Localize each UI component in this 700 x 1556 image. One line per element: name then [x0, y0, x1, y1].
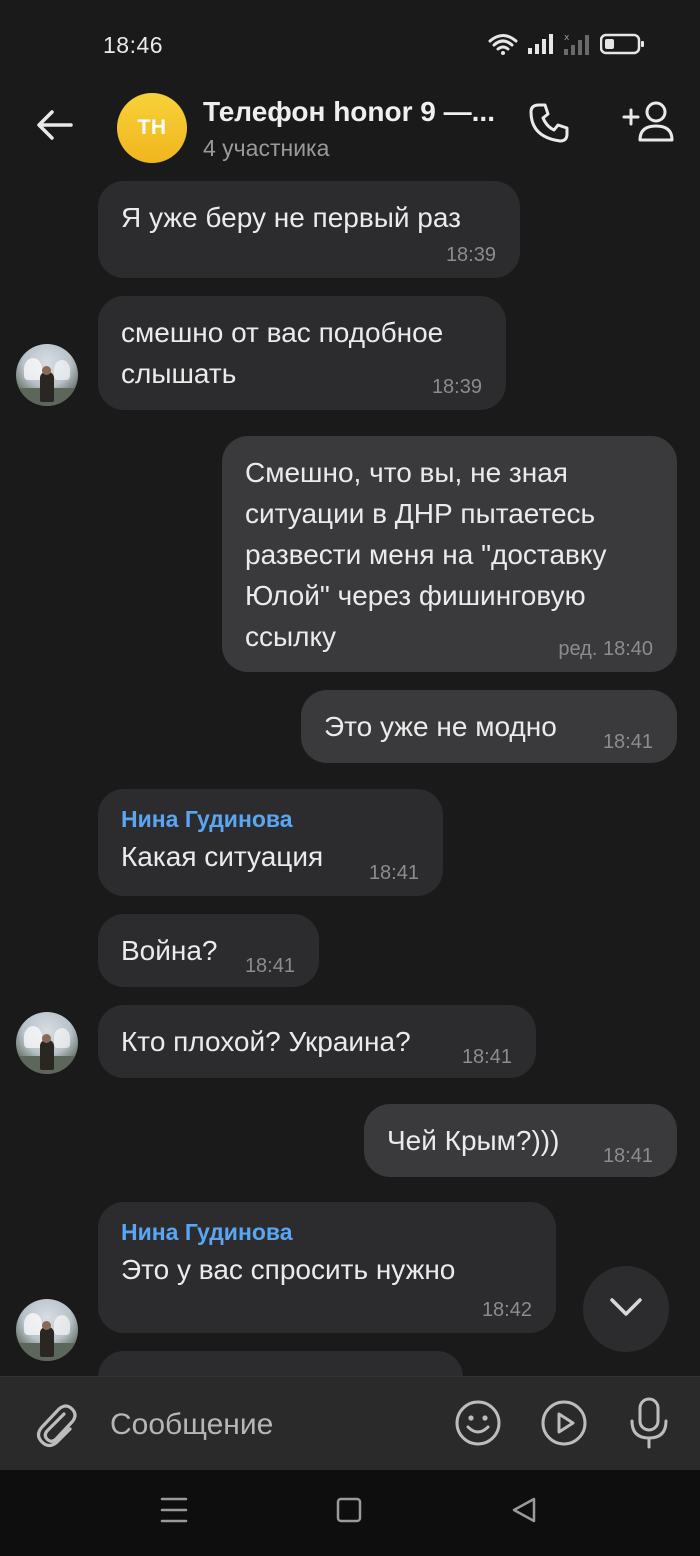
message-text: Смешно, что вы, не зная ситуации в ДНР п… [245, 457, 607, 652]
message-bubble[interactable]: Это уже не модно 18:41 [301, 690, 677, 763]
participants-count: 4 участника [203, 135, 330, 161]
battery-icon [599, 33, 644, 60]
message-time: 18:41 [368, 862, 419, 884]
message-composer [0, 1376, 700, 1470]
message-time: 18:41 [602, 1145, 653, 1167]
nav-home-icon [335, 1496, 363, 1529]
status-icons: x [488, 33, 644, 60]
message-text: Я уже беру не первый раз [121, 202, 461, 233]
call-button[interactable] [524, 100, 574, 150]
message-bubble[interactable]: Кто плохой? Украина? 18:41 [98, 1005, 536, 1078]
microphone-icon [627, 1396, 671, 1455]
message-time: 18:41 [602, 731, 653, 753]
chat-avatar[interactable]: ТН [117, 93, 187, 163]
add-user-icon [622, 99, 678, 148]
message-time: 18:41 [461, 1046, 512, 1068]
message-bubble[interactable]: Смешно, что вы, не зная ситуации в ДНР п… [222, 436, 677, 672]
add-participant-button[interactable] [620, 98, 680, 148]
message-bubble[interactable]: смешно от вас подобное слышать 18:39 [98, 296, 506, 410]
message-bubble[interactable]: Нина Гудинова Какая ситуация 18:41 [98, 789, 443, 896]
phone-icon [527, 101, 571, 150]
message-input[interactable] [110, 1401, 430, 1449]
attach-button[interactable] [32, 1399, 80, 1455]
system-nav-bar [0, 1470, 700, 1556]
message-time: 18:39 [431, 376, 482, 398]
user-avatar[interactable] [16, 344, 78, 406]
nav-menu-button[interactable] [156, 1492, 192, 1532]
message-text: Кто плохой? Украина? [121, 1026, 411, 1057]
back-button[interactable] [30, 102, 80, 152]
voice-message-button[interactable] [626, 1397, 672, 1453]
nav-menu-icon [159, 1496, 189, 1529]
message-bubble[interactable]: Чей Крым?))) 18:41 [364, 1104, 677, 1177]
signal-icon [528, 34, 554, 59]
message-time: ред. 18:40 [558, 638, 653, 660]
wifi-icon [488, 33, 518, 60]
message-time: 18:42 [481, 1299, 532, 1321]
nav-home-button[interactable] [330, 1492, 368, 1532]
sender-name[interactable]: Нина Гудинова [121, 1218, 533, 1246]
nav-back-button[interactable] [506, 1492, 542, 1532]
message-text: смешно от вас подобное слышать [121, 317, 444, 389]
chevron-down-icon [609, 1297, 643, 1322]
sender-name[interactable]: Нина Гудинова [121, 805, 420, 833]
video-message-button[interactable] [540, 1399, 588, 1452]
message-list[interactable]: Я уже беру не первый раз 18:39 смешно от… [0, 180, 700, 1376]
svg-text:x: x [564, 33, 570, 43]
chat-header: ТН Телефон honor 9 —... 4 участника [0, 90, 700, 180]
user-avatar[interactable] [16, 1299, 78, 1361]
user-avatar[interactable] [16, 1012, 78, 1074]
status-time: 18:46 [103, 32, 164, 58]
scroll-to-bottom-button[interactable] [583, 1266, 669, 1352]
message-text: Это у вас спросить нужно [121, 1254, 456, 1285]
message-time: 18:41 [244, 955, 295, 977]
message-bubble[interactable]: Я уже беру не первый раз 18:39 [98, 181, 520, 278]
emoji-icon [454, 1399, 502, 1452]
message-bubble-partial[interactable] [98, 1351, 463, 1376]
signal-icon: x [564, 33, 590, 60]
chat-title[interactable]: Телефон honor 9 —... [203, 96, 503, 128]
nav-back-icon [510, 1496, 538, 1529]
message-time: 18:39 [445, 244, 496, 266]
paperclip-icon [34, 1400, 78, 1455]
status-bar: 18:46 x [0, 0, 700, 90]
back-arrow-icon [35, 109, 75, 146]
video-message-icon [540, 1399, 588, 1452]
emoji-button[interactable] [454, 1399, 502, 1452]
message-bubble[interactable]: Война? 18:41 [98, 914, 319, 987]
message-bubble[interactable]: Нина Гудинова Это у вас спросить нужно 1… [98, 1202, 556, 1333]
